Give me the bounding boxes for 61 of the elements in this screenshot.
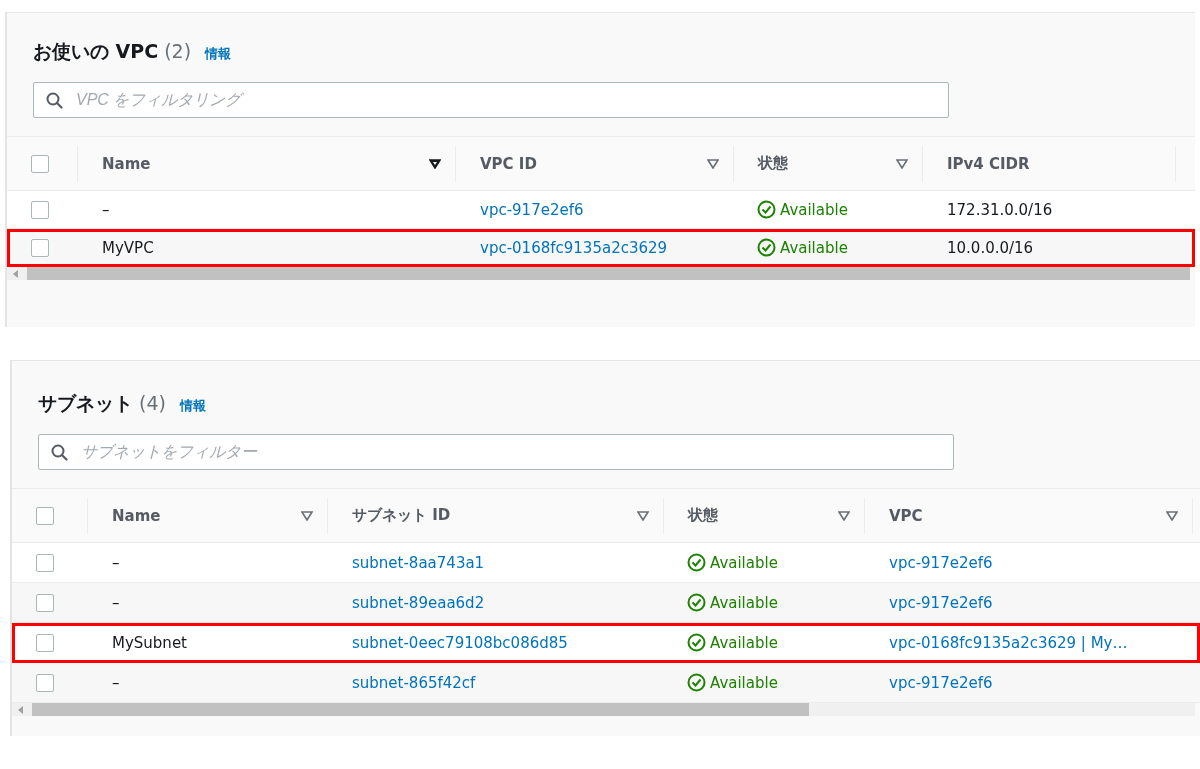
- row-checkbox[interactable]: [31, 200, 49, 219]
- sort-icon[interactable]: [429, 158, 441, 169]
- table-cell-text: 10.0.0.0/16: [946, 238, 1035, 257]
- table-cell-link[interactable]: vpc-917e2ef6: [864, 593, 993, 612]
- table-cell-text: MyVPC: [101, 238, 155, 257]
- scrollbar-thumb[interactable]: [26, 267, 1190, 280]
- check-circle-icon: [687, 673, 706, 692]
- table-cell-text: –: [111, 553, 121, 572]
- scroll-left-icon[interactable]: [18, 705, 24, 714]
- table-cell-link[interactable]: vpc-917e2ef6: [864, 553, 993, 572]
- table-cell-link[interactable]: subnet-865f42cf: [327, 673, 476, 692]
- column-header[interactable]: IPv4 CIDR: [947, 154, 1030, 173]
- table-cell-link[interactable]: vpc-0168fc9135a2c3629 | My…: [864, 633, 1128, 652]
- table-cell-text: 172.31.0.0/16: [946, 200, 1054, 219]
- status-text: Available: [780, 238, 848, 257]
- check-circle-icon: [757, 200, 776, 219]
- table-cell-link[interactable]: vpc-917e2ef6: [455, 200, 584, 219]
- status-text: Available: [710, 633, 778, 652]
- row-checkbox[interactable]: [36, 553, 54, 572]
- scroll-left-icon[interactable]: [13, 269, 19, 278]
- search-field[interactable]: サブネットをフィルター: [38, 434, 954, 470]
- select-all-checkbox[interactable]: [31, 154, 49, 173]
- table-cell-text: –: [101, 200, 111, 219]
- info-link[interactable]: 情報: [179, 397, 206, 415]
- column-header[interactable]: Name: [112, 506, 161, 525]
- row-checkbox[interactable]: [36, 633, 54, 652]
- panel-title: サブネット: [38, 391, 133, 416]
- search-icon: [51, 444, 68, 461]
- status-text: Available: [710, 593, 778, 612]
- check-circle-icon: [687, 593, 706, 612]
- status-text: Available: [710, 553, 778, 572]
- row-checkbox[interactable]: [36, 593, 54, 612]
- row-checkbox[interactable]: [36, 673, 54, 692]
- search-icon: [46, 92, 63, 109]
- table-cell-text: –: [111, 673, 121, 692]
- table-cell-link[interactable]: subnet-89eaa6d2: [327, 593, 485, 612]
- column-header[interactable]: 状態: [758, 154, 788, 173]
- status-text: Available: [780, 200, 848, 219]
- panel-title: お使いの VPC: [33, 39, 159, 64]
- scrollbar-thumb[interactable]: [32, 703, 809, 716]
- select-all-checkbox[interactable]: [36, 506, 54, 525]
- item-count: (2): [164, 40, 192, 62]
- table-cell-text: MySubnet: [111, 633, 188, 652]
- table-cell-link[interactable]: subnet-8aa743a1: [327, 553, 485, 572]
- column-header[interactable]: VPC ID: [480, 154, 537, 173]
- column-header[interactable]: サブネット ID: [352, 506, 451, 525]
- column-header[interactable]: Name: [102, 154, 151, 173]
- info-link[interactable]: 情報: [205, 45, 232, 63]
- column-header[interactable]: 状態: [688, 506, 718, 525]
- table-cell-link[interactable]: subnet-0eec79108bc086d85: [327, 633, 568, 652]
- table-cell-link[interactable]: vpc-917e2ef6: [864, 673, 993, 692]
- column-header[interactable]: VPC: [889, 506, 923, 525]
- item-count: (4): [139, 392, 166, 414]
- row-checkbox[interactable]: [31, 238, 49, 257]
- check-circle-icon: [687, 553, 706, 572]
- search-field[interactable]: VPC をフィルタリング: [33, 82, 949, 118]
- table-cell-text: –: [111, 593, 121, 612]
- check-circle-icon: [687, 633, 706, 652]
- status-text: Available: [710, 673, 778, 692]
- check-circle-icon: [757, 238, 776, 257]
- table-cell-link[interactable]: vpc-0168fc9135a2c3629: [455, 238, 668, 257]
